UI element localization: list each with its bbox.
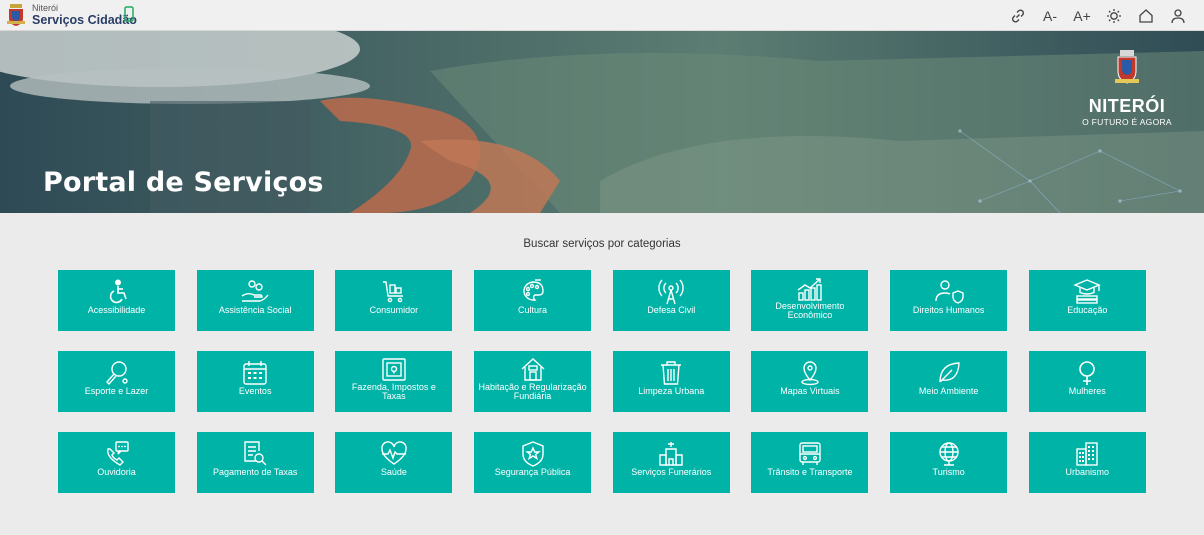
category-label: Limpeza Urbana — [638, 386, 705, 396]
font-increase-button[interactable]: A+ — [1066, 4, 1098, 28]
accessibility-toolbar: A- A+ — [1002, 4, 1194, 28]
heart-pulse-icon — [381, 441, 407, 465]
shopping-cart-icon — [382, 281, 403, 303]
category-limpeza-urbana[interactable]: Limpeza Urbana — [612, 351, 730, 412]
brand-city: Niterói — [32, 2, 59, 13]
police-badge-icon — [521, 441, 544, 467]
category-label: Urbanismo — [1065, 467, 1110, 477]
bus-icon — [799, 442, 821, 465]
category-consumidor[interactable]: Consumidor — [335, 270, 453, 331]
graduation-cap-icon — [1073, 279, 1102, 304]
font-decrease-button[interactable]: A- — [1034, 4, 1066, 28]
category-label: Eventos — [238, 386, 272, 396]
top-bar: Niterói Serviços Cidadão A- A+ — [0, 0, 1204, 31]
leaf-icon — [938, 362, 960, 383]
category-assistencia-social[interactable]: Assistência Social — [196, 270, 314, 331]
house-icon — [521, 358, 545, 381]
category-acessibilidade[interactable]: Acessibilidade — [58, 270, 175, 331]
category-label: Segurança Pública — [494, 467, 571, 477]
user-icon[interactable] — [1162, 4, 1194, 28]
category-mulheres[interactable]: Mulheres — [1028, 351, 1146, 412]
category-label: Saúde — [380, 467, 407, 477]
accessibility-icon — [109, 279, 127, 304]
category-direitos-humanos[interactable]: Direitos Humanos — [890, 270, 1008, 331]
brand-title: Serviços Cidadão — [32, 12, 137, 27]
category-label: Pagamento de Taxas — [212, 467, 298, 477]
categories-grid: Acessibilidade Assistência Social Consum… — [58, 270, 1146, 493]
category-label: Assistência Social — [218, 305, 292, 315]
page-title: Portal de Serviços — [43, 167, 324, 198]
antenna-icon — [658, 279, 684, 305]
niteroi-logo: NITERÓI O FUTURO É AGORA — [1074, 49, 1180, 127]
link-icon[interactable] — [1002, 4, 1034, 28]
city-coat-of-arms-icon — [1115, 50, 1139, 84]
category-label: Mulheres — [1068, 386, 1106, 396]
category-educacao[interactable]: Educação — [1028, 270, 1146, 331]
trash-icon — [661, 361, 682, 385]
category-defesa-civil[interactable]: Defesa Civil — [612, 270, 730, 331]
category-label: Habitação e Regularização Fundiária — [478, 382, 587, 401]
category-label: Trânsito e Transporte — [767, 467, 853, 477]
calendar-icon — [243, 361, 267, 385]
funeral-icon — [659, 442, 683, 466]
category-pagamento-taxas[interactable]: Pagamento de Taxas — [196, 432, 314, 493]
social-assistance-icon — [241, 280, 269, 302]
category-label: Serviços Funerários — [631, 467, 712, 477]
category-label: Educação — [1067, 305, 1108, 315]
category-eventos[interactable]: Eventos — [196, 351, 314, 412]
safe-icon — [382, 358, 406, 381]
palette-icon — [522, 279, 544, 301]
invoice-search-icon — [244, 441, 267, 466]
category-label: Turismo — [932, 467, 965, 477]
categories-heading: Buscar serviços por categorias — [523, 238, 681, 250]
category-meio-ambiente[interactable]: Meio Ambiente — [890, 351, 1008, 412]
category-label: Mapas Virtuais — [780, 386, 840, 396]
brand-link[interactable]: Niterói Serviços Cidadão — [6, 3, 137, 27]
category-saude[interactable]: Saúde — [335, 432, 453, 493]
category-esporte-lazer[interactable]: Esporte e Lazer — [58, 351, 175, 412]
category-habitacao[interactable]: Habitação e Regularização Fundiária — [474, 351, 592, 412]
category-fazenda[interactable]: Fazenda, Impostos e Taxas — [335, 351, 453, 412]
racket-icon — [105, 361, 128, 386]
category-label: Direitos Humanos — [912, 305, 985, 315]
city-crest-icon — [7, 4, 25, 26]
category-label: Fazenda, Impostos e Taxas — [351, 382, 436, 401]
category-transito-transporte[interactable]: Trânsito e Transporte — [751, 432, 869, 493]
hero-banner: Portal de Serviços NITERÓI O FUTURO É AG… — [0, 31, 1204, 213]
category-label: Cultura — [518, 305, 548, 315]
logo-tagline: O FUTURO É AGORA — [1082, 117, 1172, 127]
home-icon[interactable] — [1130, 4, 1162, 28]
logo-name: NITERÓI — [1088, 96, 1166, 116]
category-label: Consumidor — [369, 305, 419, 315]
category-turismo[interactable]: Turismo — [890, 432, 1008, 493]
contrast-icon[interactable] — [1098, 4, 1130, 28]
category-label: Ouvidoria — [97, 467, 136, 477]
category-ouvidoria[interactable]: Ouvidoria — [58, 432, 175, 493]
category-label: Esporte e Lazer — [84, 386, 149, 396]
phone-chat-icon — [106, 441, 129, 466]
category-cultura[interactable]: Cultura — [474, 270, 592, 331]
mobile-phone-icon[interactable] — [124, 6, 134, 22]
map-pin-icon — [801, 361, 819, 386]
growth-chart-icon — [797, 278, 822, 301]
category-label: Acessibilidade — [87, 305, 146, 315]
category-mapas-virtuais[interactable]: Mapas Virtuais — [751, 351, 869, 412]
globe-icon — [938, 442, 959, 466]
category-label: Defesa Civil — [647, 305, 696, 315]
female-icon — [1079, 361, 1096, 385]
category-label: Meio Ambiente — [918, 386, 979, 396]
category-urbanismo[interactable]: Urbanismo — [1028, 432, 1146, 493]
buildings-icon — [1076, 442, 1099, 466]
category-label: Desenvolvimento Econômico — [775, 301, 845, 320]
category-servicos-funerarios[interactable]: Serviços Funerários — [612, 432, 730, 493]
person-shield-icon — [934, 280, 964, 304]
category-seguranca-publica[interactable]: Segurança Pública — [474, 432, 592, 493]
category-desenvolvimento-economico[interactable]: Desenvolvimento Econômico — [751, 270, 869, 331]
